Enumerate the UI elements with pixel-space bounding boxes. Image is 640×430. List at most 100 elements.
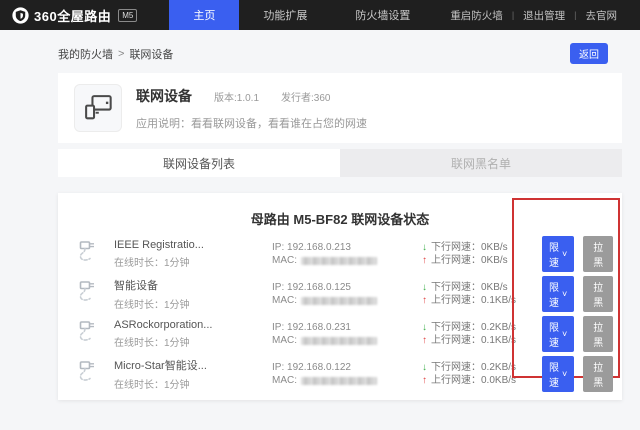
speed-cell: ↓下行网速：0.2KB/s ↑上行网速：0.0KB/s — [422, 361, 542, 387]
download-label: 下行网速： — [431, 362, 481, 373]
blacklist-button[interactable]: 拉黑 — [583, 236, 613, 272]
online-time-label: 在线时长： — [114, 338, 164, 349]
device-name-cell: IEEE Registratio... 在线时长：1分钟 — [114, 239, 272, 269]
online-time: 在线时长：1分钟 — [114, 296, 272, 311]
tab-blacklist[interactable]: 联网黑名单 — [340, 149, 622, 177]
download-speed-row: ↓ 下行网速：0.2KB/s — [422, 361, 542, 374]
app-icon-box — [74, 84, 122, 132]
table-row: ASRockorporation... 在线时长：1分钟 IP: 192.168… — [58, 314, 622, 354]
address-cell: IP: 192.168.0.213 MAC: — [272, 241, 422, 267]
mac-blurred-value — [301, 377, 377, 385]
official-site-link[interactable]: 去官网 — [577, 8, 627, 23]
mac-blurred-value — [301, 297, 377, 305]
cable-plug-icon — [78, 239, 102, 265]
mac-label: MAC: — [272, 254, 297, 267]
download-arrow-icon: ↓ — [422, 282, 427, 293]
download-label: 下行网速： — [431, 242, 481, 253]
app-title: 联网设备 — [136, 86, 192, 106]
upload-label: 上行网速： — [431, 375, 481, 386]
address-cell: IP: 192.168.0.122 MAC: — [272, 361, 422, 387]
mac-row: MAC: — [272, 294, 422, 307]
upload-value: 0KB/s — [481, 255, 508, 266]
download-value: 0KB/s — [481, 242, 508, 253]
download-speed-row: ↓下行网速：0KB/s — [422, 281, 542, 294]
tab-device-list[interactable]: 联网设备列表 — [58, 149, 340, 177]
ip-row: IP: 192.168.0.231 — [272, 321, 422, 334]
download-speed-row: ↓下行网速：0.2KB/s — [422, 321, 542, 334]
device-name: 智能设备 — [114, 277, 272, 293]
speed-cell: ↓下行网速：0KB/s ↑上行网速：0.1KB/s — [422, 281, 542, 307]
actions-cell: 限速˅ 拉黑 — [542, 236, 613, 272]
device-name-cell: ASRockorporation... 在线时长：1分钟 — [114, 319, 272, 349]
mac-row: MAC: — [272, 254, 422, 267]
table-row: 智能设备 在线时长：1分钟 IP: 192.168.0.125 MAC: — [58, 274, 622, 314]
online-time: 在线时长：1分钟 — [114, 254, 272, 269]
download-arrow-icon: ↓ — [422, 322, 427, 333]
app-version: 版本:1.0.1 — [214, 89, 259, 104]
blacklist-button[interactable]: 拉黑 — [583, 356, 613, 392]
online-time: 在线时长：1分钟 — [114, 334, 272, 349]
online-time-value: 1分钟 — [164, 380, 190, 391]
upload-arrow-icon: ↑ — [422, 375, 427, 386]
limit-speed-button[interactable]: 限速˅ — [542, 236, 574, 272]
brand[interactable]: 360全屋路由 M5 — [0, 0, 147, 30]
cable-plug-icon — [78, 359, 102, 385]
download-speed-row: ↓ 下行网速：0KB/s — [422, 241, 542, 254]
limit-speed-button[interactable]: 限速˅ — [542, 316, 574, 352]
upload-speed-row: ↑上行网速：0KB/s — [422, 254, 542, 267]
ip-value: 192.168.0.122 — [287, 361, 351, 374]
ip-label: IP: — [272, 321, 284, 334]
device-icon-cell — [78, 239, 114, 270]
actions-cell: 限速˅ 拉黑 — [542, 316, 613, 352]
limit-speed-label: 限速 — [549, 319, 559, 349]
actions-cell: 限速˅ 拉黑 — [542, 356, 613, 392]
device-icon-cell — [78, 359, 114, 390]
download-value: 0.2KB/s — [481, 362, 516, 373]
download-arrow-icon: ↓ — [422, 242, 427, 253]
logout-link[interactable]: 退出管理 — [514, 8, 574, 23]
back-button[interactable]: 返回 — [570, 43, 608, 64]
online-time-label: 在线时长： — [114, 380, 164, 391]
nav-item-extensions[interactable]: 功能扩展 — [239, 0, 331, 30]
tab-bar: 联网设备列表 联网黑名单 — [58, 149, 622, 177]
restart-firewall-link[interactable]: 重启防火墙 — [441, 8, 512, 23]
online-time-label: 在线时长： — [114, 300, 164, 311]
download-label: 下行网速： — [431, 282, 481, 293]
app-description: 应用说明：看看联网设备，看看谁在占您的网速 — [136, 115, 367, 131]
blacklist-button[interactable]: 拉黑 — [583, 276, 613, 312]
limit-speed-label: 限速 — [549, 359, 559, 389]
device-name: Micro-Star智能设... — [114, 357, 272, 373]
online-time-value: 1分钟 — [164, 338, 190, 349]
download-arrow-icon: ↓ — [422, 362, 427, 373]
actions-cell: 限速˅ 拉黑 — [542, 276, 613, 312]
upload-speed-row: ↑上行网速：0.1KB/s — [422, 334, 542, 347]
limit-speed-button[interactable]: 限速˅ — [542, 276, 574, 312]
online-time: 在线时长：1分钟 — [114, 376, 272, 391]
cable-plug-icon — [78, 279, 102, 305]
mac-label: MAC: — [272, 374, 297, 387]
ip-label: IP: — [272, 241, 284, 254]
breadcrumb-firewall[interactable]: 我的防火墙 — [58, 46, 113, 62]
brand-name: 360全屋路由 — [34, 6, 111, 25]
blacklist-button[interactable]: 拉黑 — [583, 316, 613, 352]
chevron-down-icon: ˅ — [562, 250, 567, 258]
breadcrumb-separator: > — [118, 48, 124, 60]
breadcrumb-devices: 联网设备 — [129, 46, 173, 62]
device-status-panel: 母路由 M5-BF82 联网设备状态 IEEE Registr — [58, 193, 622, 400]
limit-speed-label: 限速 — [549, 239, 559, 269]
upload-label: 上行网速： — [431, 255, 481, 266]
shield-logo-icon — [12, 7, 29, 24]
online-time-value: 1分钟 — [164, 258, 190, 269]
mac-row: MAC: — [272, 334, 422, 347]
table-row: Micro-Star智能设... 在线时长：1分钟 IP: 192.168.0.… — [58, 354, 622, 394]
nav-item-home[interactable]: 主页 — [169, 0, 239, 30]
limit-speed-button[interactable]: 限速˅ — [542, 356, 574, 392]
ip-value: 192.168.0.125 — [287, 281, 351, 294]
connected-devices-icon — [79, 89, 117, 127]
content-area: 联网设备 版本:1.0.1 发行者:360 应用说明：看看联网设备，看看谁在占您… — [58, 73, 622, 400]
ip-label: IP: — [272, 361, 284, 374]
top-navbar: 360全屋路由 M5 主页 功能扩展 防火墙设置 重启防火墙 | 退出管理 | … — [0, 0, 640, 30]
model-badge: M5 — [118, 9, 137, 22]
breadcrumb-row: 我的防火墙 > 联网设备 返回 — [58, 43, 622, 64]
nav-item-firewall-settings[interactable]: 防火墙设置 — [331, 0, 434, 30]
